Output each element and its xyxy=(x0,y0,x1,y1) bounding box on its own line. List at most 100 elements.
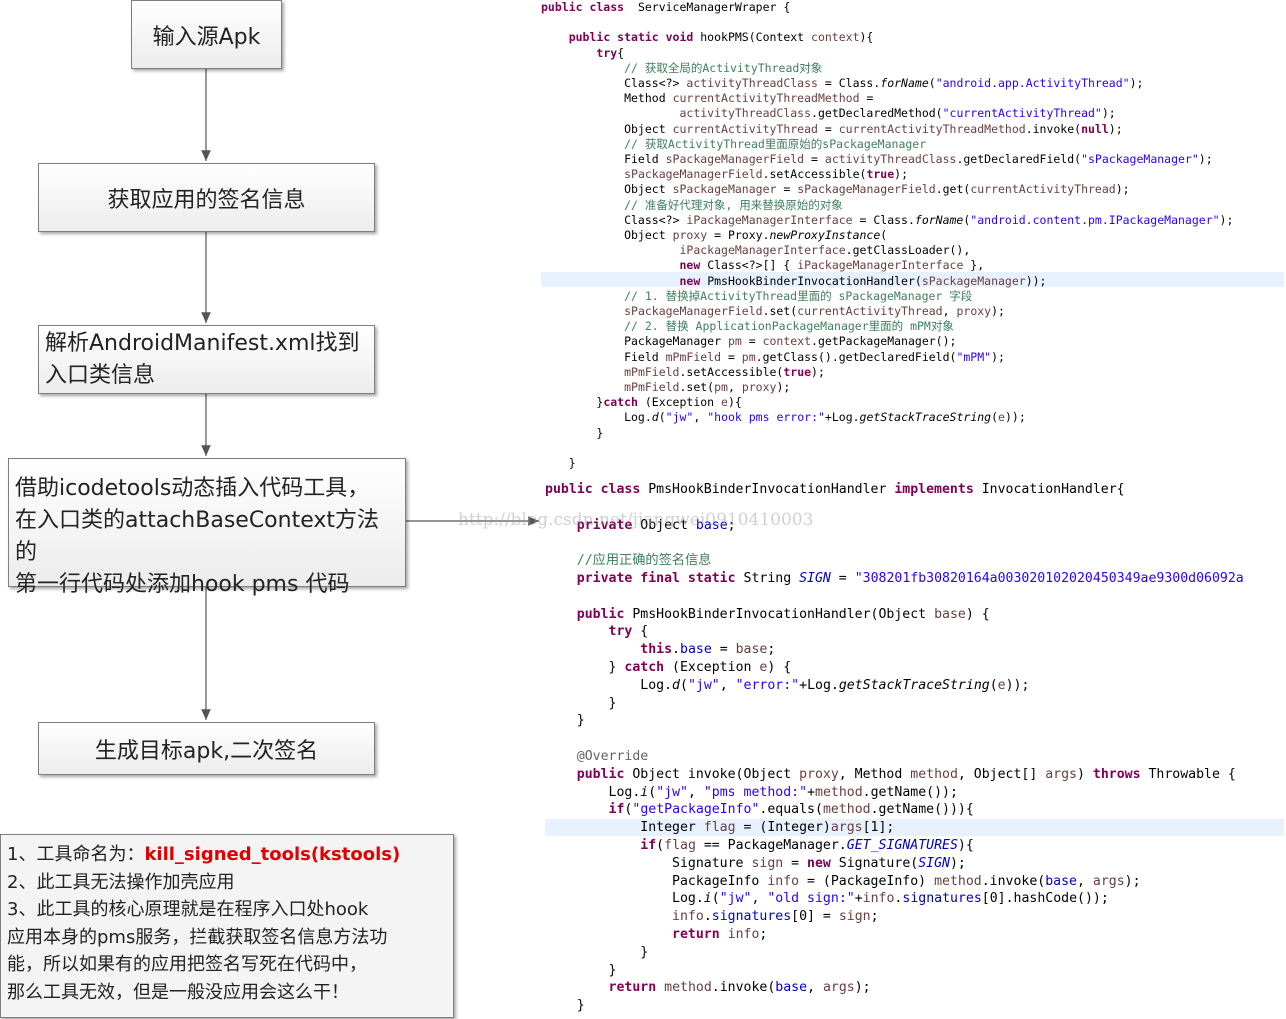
code-line: Class<?> activityThreadClass = Class.for… xyxy=(541,76,1233,91)
code-token: proxy xyxy=(956,304,992,319)
code-token: ); xyxy=(1101,106,1116,121)
code-token: sign xyxy=(838,909,871,925)
code-token: sign xyxy=(751,855,784,871)
code-token: ){ xyxy=(727,395,742,410)
code-token: .getDeclaredField( xyxy=(956,152,1082,167)
code-token: pm xyxy=(741,349,756,364)
code-token: "jw" xyxy=(665,410,694,425)
code-token: .get( xyxy=(935,182,971,197)
code-line: try{ xyxy=(541,46,1233,61)
code-token: context xyxy=(762,334,812,349)
code-token: Throwable { xyxy=(1140,766,1236,782)
code-token: InvocationHandler{ xyxy=(973,482,1125,497)
note-line-6: 那么工具无效，但是一般没应用会这么干！ xyxy=(7,981,349,1003)
code-token: getStackTraceString xyxy=(859,410,992,425)
note-line-5: 能，所以如果有的应用把签名写死在代码中， xyxy=(7,954,367,975)
code-token: if xyxy=(640,837,657,853)
code-token: } xyxy=(545,962,617,978)
code-token: e xyxy=(997,677,1006,693)
code-line: // 获取ActivityThread里面原始的sPackageManager xyxy=(541,137,1233,152)
code-token: new xyxy=(679,273,701,288)
code-token: currentActivityThread xyxy=(672,121,818,136)
code-token: ( xyxy=(989,677,998,693)
step-insert-hook: 借助icodetools动态插入代码工具， 在入口类的attachBaseCon… xyxy=(8,458,406,597)
code-token: info xyxy=(727,926,760,942)
code-token: +Log. xyxy=(824,410,860,425)
code-token: try xyxy=(596,45,618,60)
code-line: Log.d("jw", "hook pms error:"+Log.getSta… xyxy=(541,410,1233,425)
code-token: Integer xyxy=(545,820,704,836)
code-token: ); xyxy=(991,304,1005,319)
code-token: )); xyxy=(1004,410,1026,425)
code-token: if xyxy=(608,802,625,818)
code-token: @Override xyxy=(576,748,649,764)
code-line: Integer flag = (Integer)args[1]; xyxy=(545,819,1244,837)
code-token: e xyxy=(721,395,728,410)
code-token: "jw" xyxy=(656,784,688,800)
note-line-4: 应用本身的pms服务，拦截获取签名信息方法功 xyxy=(7,926,388,948)
code-token: true xyxy=(866,167,895,182)
code-token: . xyxy=(703,909,712,925)
code-token: mPmField xyxy=(624,380,680,395)
code-token: args xyxy=(822,980,855,996)
code-token: proxy xyxy=(672,228,708,243)
code-line: public Object invoke(Object proxy, Metho… xyxy=(545,766,1244,784)
code-line: Method currentActivityThreadMethod = xyxy=(541,91,1233,106)
code-line: sPackageManagerField.setAccessible(true)… xyxy=(541,167,1233,182)
code-token: } xyxy=(541,425,604,440)
code-token: PackageManager xyxy=(541,334,728,349)
code-token: "android.app.ActivityThread" xyxy=(935,76,1130,91)
code-line: new Class<?>[] { iPackageManagerInterfac… xyxy=(541,258,1233,273)
step-resign-apk: 生成目标apk,二次签名 xyxy=(38,722,375,775)
code-token: sPackageManagerField xyxy=(624,304,763,319)
step-get-signature: 获取应用的签名信息 xyxy=(38,163,375,232)
code-token: }, xyxy=(963,258,985,273)
code-line: PackageInfo info = (PackageInfo) method.… xyxy=(545,873,1244,891)
code-token: . xyxy=(672,642,680,658)
code-token: SIGN xyxy=(799,570,831,586)
code-token: PackageInfo xyxy=(545,873,768,889)
code-token: ( xyxy=(680,677,688,693)
code-token: Log. xyxy=(545,784,641,800)
code-token: info xyxy=(672,909,704,925)
code-token: + xyxy=(854,891,863,907)
code-token: base xyxy=(680,642,712,658)
code-token: { xyxy=(617,45,625,60)
code-token: newProxyInstance xyxy=(769,228,881,243)
code-token: = (PackageInfo) xyxy=(799,873,935,889)
code-token: "old sign:" xyxy=(767,891,855,907)
code-token: .invoke( xyxy=(1025,121,1082,136)
code-token: return xyxy=(672,926,720,942)
code-token: , xyxy=(942,304,957,319)
code-line: if("getPackageInfo".equals(method.getNam… xyxy=(545,801,1244,819)
code-token: method xyxy=(664,980,712,996)
code-token: (Exception xyxy=(664,659,760,675)
step-parse-manifest-line1: 解析AndroidManifest.xml找到 xyxy=(45,331,360,356)
code-token: = xyxy=(741,334,763,349)
code-token: // 获取全局的ActivityThread对象 xyxy=(624,60,823,75)
code-line: } xyxy=(545,712,1244,730)
code-token: ) { xyxy=(767,659,792,675)
code-token: [0] = xyxy=(791,909,839,925)
code-token: "sPackageManager" xyxy=(1081,152,1199,167)
code-token: public class xyxy=(541,0,625,14)
code-token: ( xyxy=(711,891,720,907)
code-token: = xyxy=(859,91,874,106)
code-token: , xyxy=(807,980,823,996)
note-line-2: 2、此工具无法操作加壳应用 xyxy=(7,871,235,893)
code-line: return method.invoke(base, args); xyxy=(545,979,1244,997)
code-token: currentActivityThread xyxy=(970,182,1116,197)
code-token: , Method xyxy=(838,766,911,782)
code-token: .getClass().getDeclaredField( xyxy=(755,349,957,364)
code-token: SIGN xyxy=(918,855,950,871)
code-line: public class ServiceManagerWraper { xyxy=(541,0,1233,15)
code-token: .invoke( xyxy=(981,873,1046,889)
code-line: // 2. 替换 ApplicationPackageManager里面的 mP… xyxy=(541,319,1233,334)
code-token: Signature( xyxy=(830,855,919,871)
code-token: new xyxy=(679,258,701,273)
code-token: forName xyxy=(914,212,964,227)
